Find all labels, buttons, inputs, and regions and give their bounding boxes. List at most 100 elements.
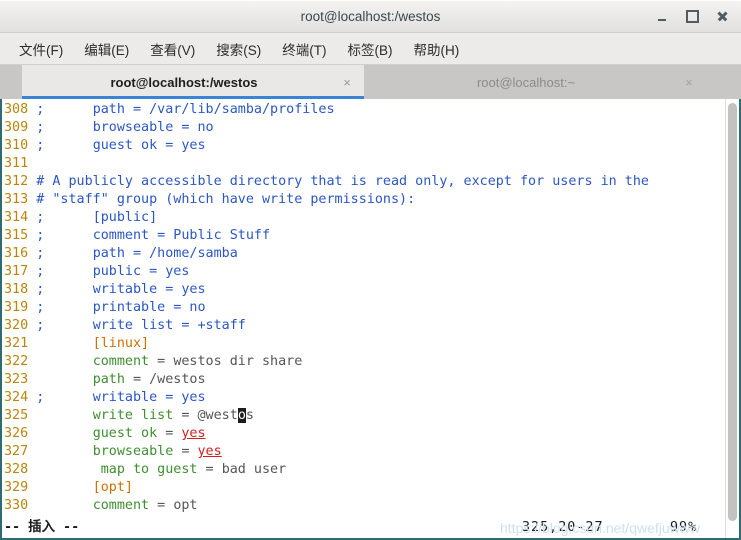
menu-item-4[interactable]: 搜索(S) [207,37,270,61]
code-token: yes [197,444,222,459]
code-token: [opt] [92,480,133,495]
comment-marker [36,156,44,171]
close-button[interactable] [707,1,737,32]
vim-editor-area[interactable]: 308 ; path = /var/lib/samba/profiles 309 … [2,99,725,538]
menu-bar: 文件(F) 编辑(E) 查看(V) 搜索(S) 终端(T) 标签(B) 帮助(H) [0,33,741,65]
code-token: path [92,372,125,387]
code-token: comment = Public Stuff [92,228,271,243]
vim-mode-indicator: -- 插入 -- [4,520,80,535]
terminal-window: root@localhost:/westos 文件(F) 编辑(E) 查看(V) 搜索… [0,0,741,540]
code-token: = [197,462,222,477]
editor-line: 317 ; public = yes [4,263,725,281]
text-cursor: o [237,408,246,423]
scroll-percent: 99% [670,520,698,535]
menu-item-1[interactable]: 文件(F) [10,37,72,61]
editor-line: 315 ; comment = Public Stuff [4,227,725,245]
terminal-tab-1[interactable]: root@localhost:/westos × [22,65,364,99]
editor-line: 313 # "staff" group (which have write pe… [4,191,725,209]
editor-line: 329 [opt] [4,479,725,497]
line-number: 322 [4,354,29,369]
maximize-button[interactable] [677,1,707,32]
line-number: 313 [4,192,29,207]
menu-item-6[interactable]: 标签(B) [339,37,402,61]
line-number: 321 [4,336,29,351]
code-token: A publicly accessible directory that is … [52,174,649,189]
line-number: 330 [4,498,29,513]
line-number: 328 [4,462,29,477]
line-number: 315 [4,228,29,243]
code-token: @west [197,408,238,423]
line-number: 326 [4,426,29,441]
code-token: write list = +staff [92,318,246,333]
menu-item-5[interactable]: 终端(T) [273,37,335,61]
line-number: 311 [4,156,29,171]
menu-item-3[interactable]: 查看(V) [141,37,204,61]
terminal-tab-2[interactable]: root@localhost:~ × [364,65,706,99]
code-token: map to guest [100,462,198,477]
code-token: s [245,408,254,423]
line-number: 316 [4,246,29,261]
editor-line: 320 ; write list = +staff [4,317,725,335]
code-token: comment [92,498,150,513]
minimize-button[interactable] [647,1,677,32]
line-number: 323 [4,372,29,387]
tab-label: root@localhost:~ [476,74,576,90]
editor-line: 324 ; writable = yes [4,389,725,407]
window-title: root@localhost:/westos [300,9,441,24]
terminal-body: 308 ; path = /var/lib/samba/profiles 309 … [0,99,741,540]
line-number: 314 [4,210,29,225]
code-token: = [149,498,174,513]
tab-close-icon[interactable]: × [340,75,354,90]
editor-line: 318 ; writable = yes [4,281,725,299]
code-token: printable = no [92,300,206,315]
line-number: 312 [4,174,29,189]
vertical-scrollbar[interactable] [725,99,739,538]
code-token: guest ok [92,426,158,441]
code-token: westos dir share [173,354,303,369]
code-token: yes [181,426,206,441]
line-number: 325 [4,408,29,423]
code-token: path = [92,102,150,117]
line-number: 324 [4,390,29,405]
tab-close-icon[interactable]: × [682,75,696,90]
editor-line: 311 [4,155,725,173]
editor-line: 322 comment = westos dir share [4,353,725,371]
code-token: opt [173,498,198,513]
code-token: guest ok = yes [92,138,206,153]
line-number: 329 [4,480,29,495]
close-icon [717,11,728,22]
editor-line: 319 ; printable = no [4,299,725,317]
editor-line: 327 browseable = yes [4,443,725,461]
code-token: /var/lib/samba/profiles [149,102,335,117]
editor-line: 321 [linux] [4,335,725,353]
code-token: "staff" group (which have write permissi… [52,192,416,207]
editor-line: 326 guest ok = yes [4,425,725,443]
scrollbar-thumb[interactable] [728,103,737,521]
code-token: browseable [92,444,174,459]
vim-status-line: -- 插入 -- 325,20-27 99% [2,518,725,538]
editor-line: 308 ; path = /var/lib/samba/profiles [4,101,725,119]
maximize-icon [685,10,699,23]
menu-item-2[interactable]: 编辑(E) [75,37,138,61]
editor-line: 309 ; browseable = no [4,119,725,137]
menu-item-7[interactable]: 帮助(H) [405,37,469,61]
line-number: 308 [4,102,29,117]
code-token: = [173,444,198,459]
code-token: /westos [149,372,206,387]
code-token: = [173,408,198,423]
